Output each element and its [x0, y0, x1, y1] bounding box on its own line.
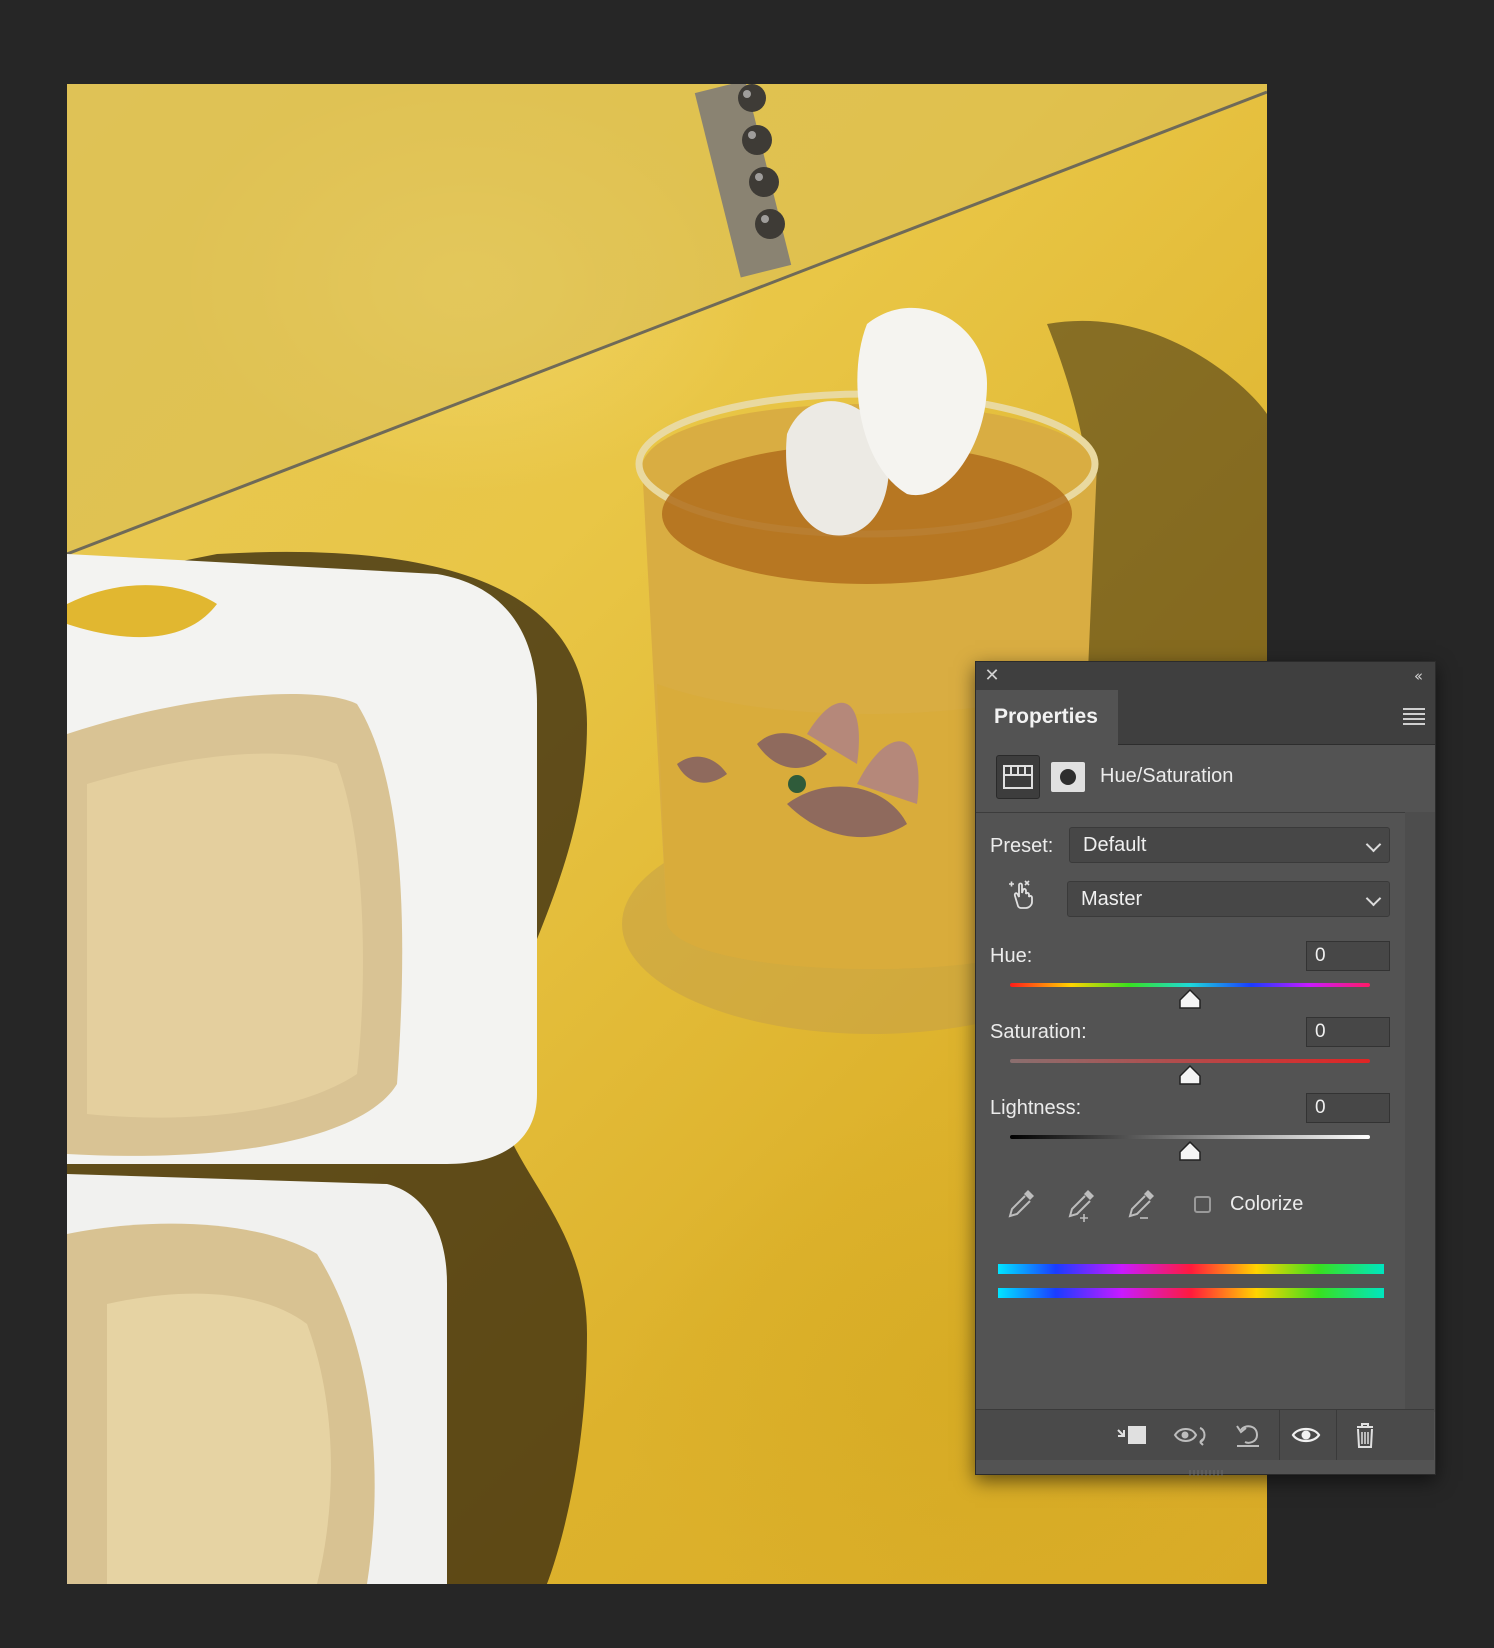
colorize-checkbox[interactable]	[1194, 1196, 1211, 1213]
panel-scrollbar[interactable]	[1405, 812, 1435, 1412]
lightness-label: Lightness:	[990, 1097, 1082, 1119]
trash-icon[interactable]	[1348, 1420, 1382, 1450]
hue-input[interactable]: 0	[1306, 941, 1390, 971]
hue-slider-thumb[interactable]	[1178, 988, 1202, 1010]
saturation-slider-track[interactable]	[1010, 1059, 1370, 1063]
hue-range-bar-bottom	[998, 1288, 1384, 1298]
panel-tab-row: Properties	[976, 690, 1435, 745]
channel-value: Master	[1081, 888, 1143, 910]
saturation-slider-thumb[interactable]	[1178, 1064, 1202, 1086]
preset-value: Default	[1083, 834, 1147, 856]
collapse-panel-button[interactable]: ‹‹	[1407, 666, 1427, 686]
close-panel-button[interactable]: ✕	[982, 666, 1002, 686]
tab-properties[interactable]: Properties	[976, 690, 1118, 745]
channel-dropdown[interactable]: Master	[1067, 881, 1390, 917]
layer-mask-icon[interactable]	[1051, 762, 1085, 792]
hue-slider-track[interactable]	[1010, 983, 1370, 987]
reset-icon[interactable]	[1231, 1420, 1265, 1450]
adjustment-header: Hue/Saturation	[976, 744, 1434, 813]
chevron-down-icon	[1365, 890, 1382, 907]
on-image-adjustment-hand-icon[interactable]	[1004, 876, 1040, 912]
preset-label: Preset:	[990, 835, 1054, 857]
eyedropper-icon[interactable]	[1002, 1184, 1040, 1224]
eyedropper-add-icon[interactable]	[1062, 1184, 1100, 1224]
panel-titlebar[interactable]: ✕ ‹‹	[976, 662, 1435, 690]
properties-panel: ✕ ‹‹ Properties Hue/Saturation Preset: D…	[975, 661, 1436, 1476]
eye-icon[interactable]	[1289, 1420, 1323, 1450]
colorize-label: Colorize	[1230, 1193, 1304, 1215]
hue-label: Hue:	[990, 945, 1033, 967]
footer-divider	[1336, 1410, 1337, 1460]
saturation-label: Saturation:	[990, 1021, 1087, 1043]
hue-range-bar-top	[998, 1264, 1384, 1274]
lightness-slider-track[interactable]	[1010, 1135, 1370, 1139]
adjustment-title: Hue/Saturation	[1100, 765, 1234, 787]
chevron-down-icon	[1365, 836, 1382, 853]
hue-saturation-adjustment-icon[interactable]	[996, 755, 1040, 799]
footer-divider	[1279, 1410, 1280, 1460]
saturation-input[interactable]: 0	[1306, 1017, 1390, 1047]
clip-to-layer-icon[interactable]	[1114, 1420, 1148, 1450]
view-previous-state-icon[interactable]	[1172, 1420, 1206, 1450]
panel-menu-icon[interactable]	[1403, 708, 1425, 726]
eyedropper-subtract-icon[interactable]	[1122, 1184, 1160, 1224]
panel-footer	[976, 1409, 1434, 1460]
lightness-slider-thumb[interactable]	[1178, 1140, 1202, 1162]
lightness-input[interactable]: 0	[1306, 1093, 1390, 1123]
preset-dropdown[interactable]: Default	[1069, 827, 1390, 863]
panel-resize-grip[interactable]	[1186, 1464, 1226, 1476]
